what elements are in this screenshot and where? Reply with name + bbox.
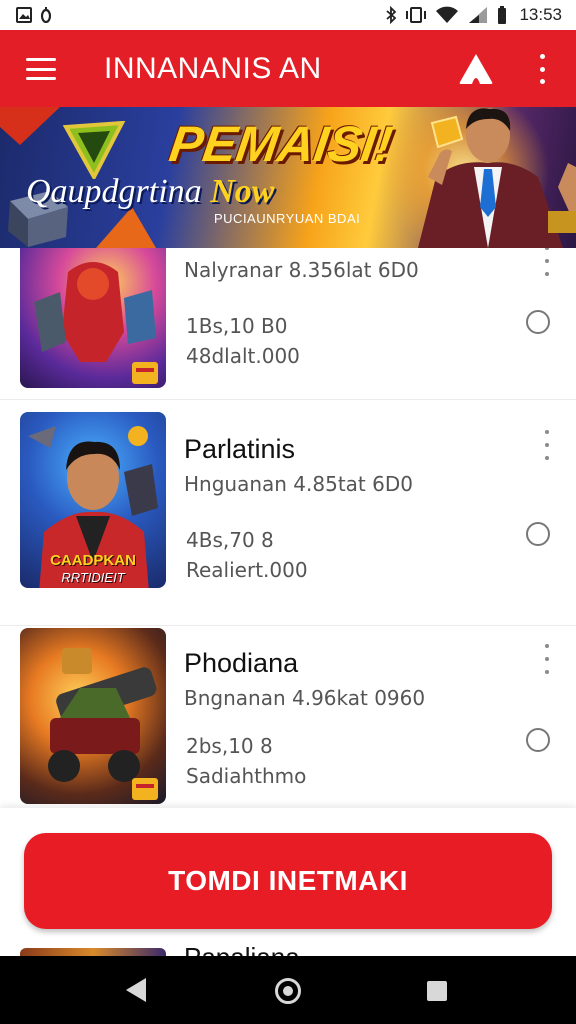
peek-item-title: Papaliana bbox=[184, 942, 300, 956]
select-radio[interactable] bbox=[526, 728, 550, 752]
recents-icon[interactable] bbox=[427, 981, 447, 1001]
banner-subtitle-main: Qaupdgrtina bbox=[26, 173, 202, 210]
cannon-vehicle-thumbnail bbox=[20, 628, 166, 804]
list-item[interactable]: Phodiana Bngnanan 4.96kat 0960 2bs,10 8 … bbox=[0, 626, 576, 808]
home-icon[interactable] bbox=[275, 978, 301, 1004]
promo-banner[interactable]: PEMAISI! Qaupdgrtina Now PUCIAUNRYUAN BD… bbox=[0, 107, 576, 248]
signal-icon bbox=[469, 7, 488, 23]
image-icon bbox=[16, 7, 32, 23]
item-meta-secondary: 48dlalt.000 bbox=[186, 344, 300, 368]
item-meta-primary: 1Bs,10 B0 bbox=[186, 314, 288, 338]
thumb-caption-line-2: RRTIDIEIT bbox=[61, 570, 125, 585]
battery-icon bbox=[498, 6, 507, 24]
select-radio[interactable] bbox=[526, 310, 550, 334]
item-meta-primary: 4Bs,70 8 bbox=[186, 528, 274, 552]
vibrate-icon bbox=[406, 7, 427, 23]
hero-portrait-thumbnail: CAADPKAN RRTIDIEIT bbox=[20, 412, 166, 588]
alert-icon[interactable] bbox=[458, 52, 494, 86]
item-title: Phodiana bbox=[184, 648, 299, 678]
more-vertical-icon[interactable] bbox=[543, 430, 551, 460]
game-list: Nalyranar 8.356lat 6D0 1Bs,10 B0 48dlalt… bbox=[0, 248, 576, 808]
app-screen: 13:53 INNANANIS AN PEMAISI! Qaupdgrtina … bbox=[0, 0, 576, 1024]
menu-icon[interactable] bbox=[26, 58, 56, 80]
wifi-icon bbox=[436, 6, 459, 23]
robot-warriors-thumbnail bbox=[20, 248, 166, 388]
status-bar: 13:53 bbox=[0, 0, 576, 30]
select-radio[interactable] bbox=[526, 522, 550, 546]
notification-icon bbox=[40, 7, 52, 23]
system-nav-bar bbox=[0, 956, 576, 1024]
orange-shard-icon bbox=[96, 207, 156, 248]
app-title: INNANANIS AN bbox=[104, 52, 322, 85]
status-left bbox=[16, 7, 52, 23]
app-bar: INNANANIS AN bbox=[0, 30, 576, 107]
status-time: 13:53 bbox=[519, 5, 562, 24]
cannon-vehicle-art bbox=[48, 648, 158, 800]
back-icon[interactable] bbox=[126, 978, 146, 1002]
list-item-peek[interactable]: Papaliana bbox=[0, 940, 576, 956]
banner-subtitle-highlight: Now bbox=[210, 173, 275, 210]
robot-warriors-art bbox=[34, 262, 158, 384]
item-subtitle: Bngnanan 4.96kat 0960 bbox=[184, 686, 426, 710]
green-triangle-icon bbox=[62, 121, 126, 179]
status-right: 13:53 bbox=[385, 5, 562, 25]
thumb-caption-line-1: CAADPKAN bbox=[50, 552, 136, 569]
item-meta-secondary: Realiert.000 bbox=[186, 558, 308, 582]
more-vertical-icon[interactable] bbox=[543, 644, 551, 674]
item-subtitle: Nalyranar 8.356lat 6D0 bbox=[184, 258, 419, 282]
more-vertical-icon[interactable] bbox=[543, 248, 551, 276]
banner-subtitle: Qaupdgrtina Now bbox=[26, 173, 274, 211]
peek-thumbnail bbox=[20, 948, 166, 956]
item-subtitle: Hnguanan 4.85tat 6D0 bbox=[184, 472, 413, 496]
list-item[interactable]: Nalyranar 8.356lat 6D0 1Bs,10 B0 48dlalt… bbox=[0, 248, 576, 400]
primary-action-button[interactable]: TOMDI INETMAKI bbox=[24, 833, 552, 929]
item-meta-primary: 2bs,10 8 bbox=[186, 734, 273, 758]
banner-caption: PUCIAUNRYUAN BDAI bbox=[214, 211, 361, 226]
bluetooth-icon bbox=[386, 6, 397, 24]
more-vertical-icon[interactable] bbox=[534, 54, 550, 84]
item-title: Parlatinis bbox=[184, 434, 296, 464]
red-shard-icon bbox=[0, 107, 60, 145]
cta-area: TOMDI INETMAKI bbox=[0, 808, 576, 956]
banner-title: PEMAISI! bbox=[166, 116, 397, 172]
item-meta-secondary: Sadiahthmo bbox=[186, 764, 307, 788]
businessman-illustration bbox=[418, 108, 576, 248]
list-item[interactable]: CAADPKAN RRTIDIEIT Parlatinis Hnguanan 4… bbox=[0, 412, 576, 626]
